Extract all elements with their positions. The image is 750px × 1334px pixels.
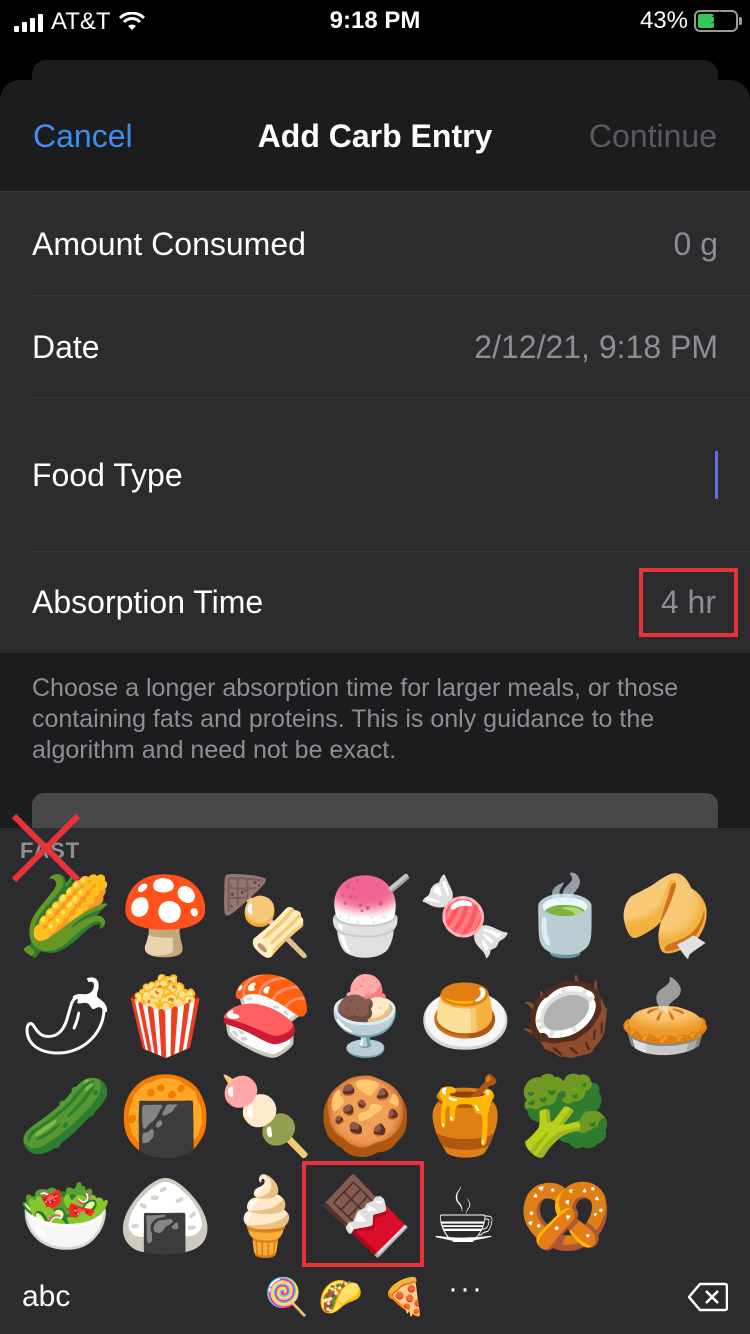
emoji-key[interactable]: 🥨 xyxy=(518,1170,613,1262)
battery-icon: ⚡ xyxy=(694,8,742,32)
emoji-key[interactable]: 🍢 xyxy=(218,870,313,962)
date-label: Date xyxy=(32,328,100,365)
clock: 9:18 PM xyxy=(329,7,421,34)
abc-key[interactable]: abc xyxy=(22,1280,70,1314)
date-row[interactable]: Date 2/12/21, 9:18 PM xyxy=(0,296,750,398)
emoji-key[interactable]: 🥠 xyxy=(618,870,713,962)
category-lollipop-icon[interactable]: 🍭 xyxy=(264,1276,309,1318)
continue-button[interactable]: Continue xyxy=(589,118,717,155)
emoji-key[interactable]: 🍵 xyxy=(518,870,613,962)
food-type-field[interactable] xyxy=(715,451,718,499)
emoji-key[interactable]: 🍯 xyxy=(418,1070,513,1162)
battery-percent: 43% xyxy=(639,7,688,34)
category-pizza-icon[interactable]: 🍕 xyxy=(382,1276,427,1318)
nav-bar: Cancel Add Carb Entry Continue xyxy=(0,80,750,192)
keyboard-bottom-bar: abc 🍭 🌮 🍕 ··· xyxy=(0,1272,750,1334)
emoji-key[interactable]: 🥒 xyxy=(18,1070,113,1162)
emoji-key[interactable]: 🍘 xyxy=(118,1070,213,1162)
chocolate-highlight-box xyxy=(302,1161,424,1267)
emoji-key[interactable]: 🍧 xyxy=(318,870,413,962)
emoji-key[interactable]: 🥥 xyxy=(518,970,613,1062)
carb-form: Amount Consumed 0 g Date 2/12/21, 9:18 P… xyxy=(0,192,750,653)
date-value[interactable]: 2/12/21, 9:18 PM xyxy=(474,329,718,366)
emoji-key[interactable]: 🍄 xyxy=(118,870,213,962)
emoji-key[interactable]: 🍿 xyxy=(118,970,213,1062)
emoji-key[interactable]: 🍣 xyxy=(218,970,313,1062)
absorption-help-text: Choose a longer absorption time for larg… xyxy=(32,674,679,764)
emoji-key[interactable]: 🍬 xyxy=(418,870,513,962)
emoji-keyboard: FAST 🌽🍄🍢🍧🍬🍵🥠🌶🍿🍣🍨🍮🥥🥧🥒🍘🍡🍪🍯🥦🥗🍙🍦🍫☕🥨 abc 🍭 🌮 … xyxy=(0,813,750,1334)
amount-label: Amount Consumed xyxy=(32,225,306,262)
category-taco-icon[interactable]: 🌮 xyxy=(318,1276,363,1318)
emoji-key[interactable]: 🍮 xyxy=(418,970,513,1062)
amount-field[interactable]: 0 g xyxy=(674,226,718,263)
emoji-key[interactable]: 🌽 xyxy=(18,870,113,962)
food-type-row[interactable]: Food Type xyxy=(0,398,750,552)
emoji-key[interactable]: 🍙 xyxy=(118,1170,213,1262)
emoji-key[interactable]: 🍦 xyxy=(218,1170,313,1262)
emoji-key[interactable]: ☕ xyxy=(418,1170,510,1262)
emoji-key[interactable]: 🍪 xyxy=(318,1070,413,1162)
absorption-time-row[interactable]: Absorption Time 4 hr xyxy=(0,552,750,653)
emoji-key[interactable]: 🥗 xyxy=(18,1170,113,1262)
charging-bolt-icon: ⚡ xyxy=(709,8,723,28)
delete-key-icon[interactable] xyxy=(688,1282,728,1312)
emoji-key[interactable]: 🌶 xyxy=(18,970,114,1062)
status-right: 43% ⚡ xyxy=(639,7,742,35)
absorption-label: Absorption Time xyxy=(32,584,264,620)
status-bar: AT&T 9:18 PM 43% ⚡ xyxy=(0,0,750,40)
food-type-label: Food Type xyxy=(32,456,183,493)
absorption-time-value[interactable]: 4 hr xyxy=(638,568,738,637)
emoji-key[interactable]: 🍨 xyxy=(318,970,413,1062)
emoji-key[interactable]: 🥧 xyxy=(618,970,713,1062)
more-categories-button[interactable]: ··· xyxy=(448,1272,484,1306)
emoji-key[interactable]: 🍡 xyxy=(218,1070,313,1162)
amount-consumed-row[interactable]: Amount Consumed 0 g xyxy=(0,192,750,296)
emoji-key[interactable]: 🥦 xyxy=(518,1070,613,1162)
